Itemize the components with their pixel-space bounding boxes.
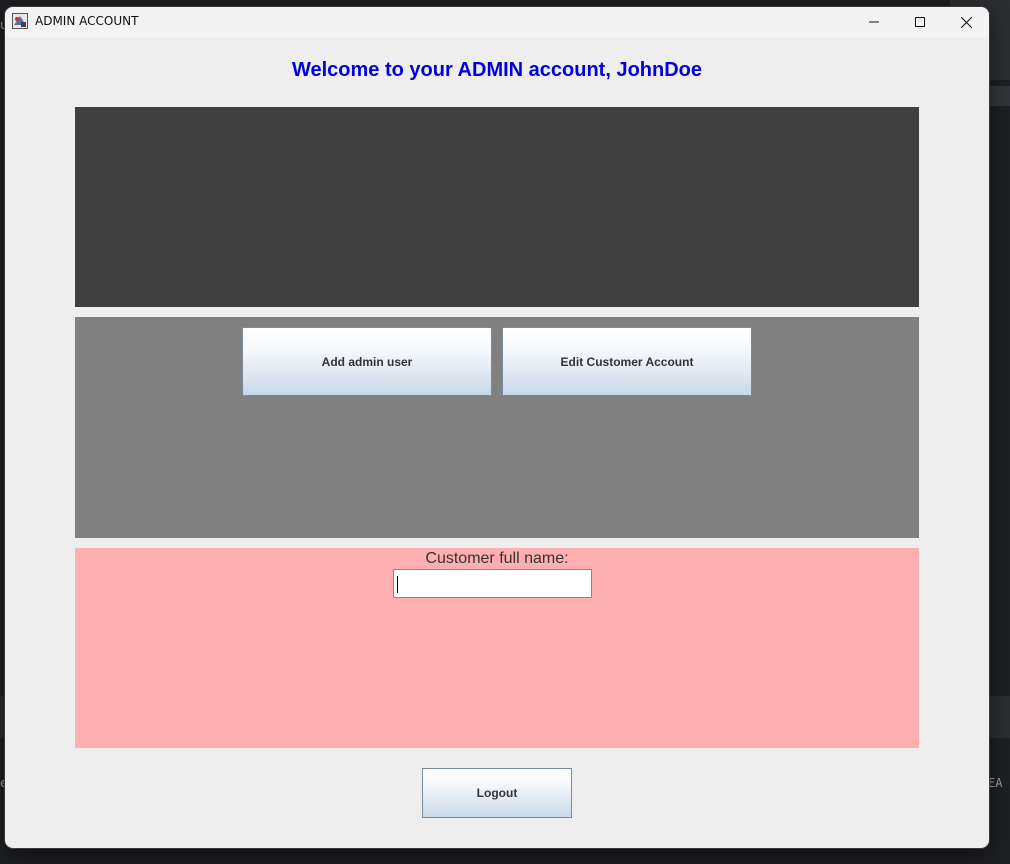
admin-account-window: ADMIN ACCOUNT Welcome to your ADMIN acco… xyxy=(5,7,989,848)
background-ide-tab xyxy=(990,86,1010,106)
logout-button[interactable]: Logout xyxy=(422,768,572,818)
minimize-button[interactable] xyxy=(851,7,897,37)
window-title: ADMIN ACCOUNT xyxy=(35,14,139,28)
close-icon xyxy=(960,16,972,28)
welcome-heading: Welcome to your ADMIN account, JohnDoe xyxy=(291,59,703,81)
actions-panel: Add admin user Edit Customer Account xyxy=(75,317,919,538)
maximize-icon xyxy=(915,17,925,27)
customer-full-name-label: Customer full name: xyxy=(425,550,569,567)
background-text-bottom-right: EA xyxy=(988,776,1003,790)
title-bar[interactable]: ADMIN ACCOUNT xyxy=(5,7,989,37)
customer-full-name-input[interactable] xyxy=(393,569,592,598)
close-button[interactable] xyxy=(943,7,989,37)
edit-customer-account-button[interactable]: Edit Customer Account xyxy=(502,327,752,396)
java-app-icon xyxy=(12,13,28,29)
maximize-button[interactable] xyxy=(897,7,943,37)
add-admin-user-button[interactable]: Add admin user xyxy=(242,327,492,396)
customer-search-panel: Customer full name: xyxy=(75,548,919,748)
text-caret xyxy=(397,576,398,593)
minimize-icon xyxy=(869,21,879,23)
dark-content-panel xyxy=(75,107,919,307)
